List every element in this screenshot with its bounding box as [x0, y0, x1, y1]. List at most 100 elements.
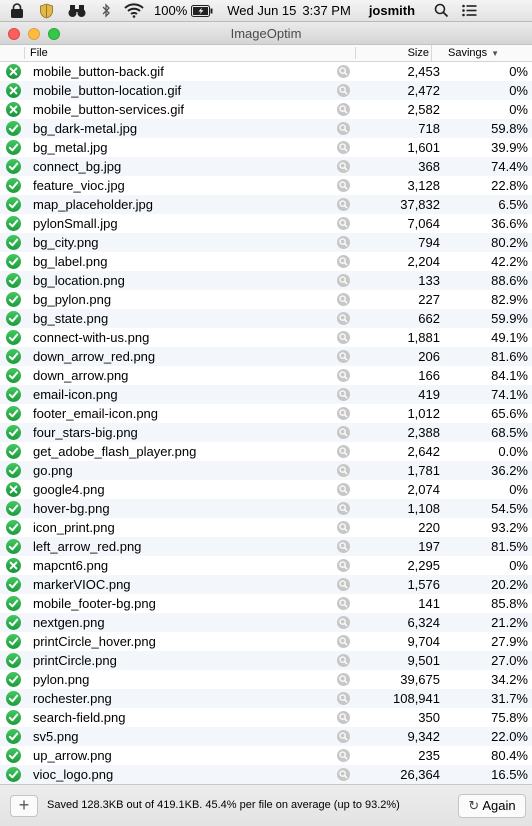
- quick-look-magnifier-icon[interactable]: [337, 445, 350, 458]
- quick-look-magnifier-icon[interactable]: [337, 331, 350, 344]
- table-row[interactable]: up_arrow.png 235 80.4%: [0, 746, 532, 765]
- table-row[interactable]: mobile_button-services.gif 2,582 0%: [0, 100, 532, 119]
- quick-look-magnifier-icon[interactable]: [337, 654, 350, 667]
- quick-look-magnifier-icon[interactable]: [337, 711, 350, 724]
- quick-look-magnifier-icon[interactable]: [337, 369, 350, 382]
- table-row[interactable]: mobile_button-location.gif 2,472 0%: [0, 81, 532, 100]
- table-row[interactable]: footer_email-icon.png 1,012 65.6%: [0, 404, 532, 423]
- quick-look-magnifier-icon[interactable]: [337, 179, 350, 192]
- table-row[interactable]: bg_label.png 2,204 42.2%: [0, 252, 532, 271]
- menubar-time[interactable]: 3:37 PM: [302, 0, 350, 22]
- table-row[interactable]: rochester.png 108,941 31.7%: [0, 689, 532, 708]
- table-row[interactable]: mobile_button-back.gif 2,453 0%: [0, 62, 532, 81]
- table-row[interactable]: connect-with-us.png 1,881 49.1%: [0, 328, 532, 347]
- table-row[interactable]: vioc_logo.png 26,364 16.5%: [0, 765, 532, 784]
- table-row[interactable]: map_placeholder.jpg 37,832 6.5%: [0, 195, 532, 214]
- quick-look-magnifier-icon[interactable]: [337, 559, 350, 572]
- quick-look-magnifier-icon[interactable]: [337, 616, 350, 629]
- column-header-savings[interactable]: Savings ▼: [438, 45, 532, 61]
- quick-look-magnifier-icon[interactable]: [337, 540, 350, 553]
- binoculars-icon[interactable]: [68, 0, 86, 22]
- table-row[interactable]: hover-bg.png 1,108 54.5%: [0, 499, 532, 518]
- file-size: 166: [418, 368, 440, 383]
- quick-look-magnifier-icon[interactable]: [337, 122, 350, 135]
- quick-look-magnifier-icon[interactable]: [337, 255, 350, 268]
- table-row[interactable]: mapcnt6.png 2,295 0%: [0, 556, 532, 575]
- success-check-icon: [6, 273, 21, 288]
- list-icon[interactable]: [461, 0, 477, 22]
- quick-look-magnifier-icon[interactable]: [337, 464, 350, 477]
- quick-look-magnifier-icon[interactable]: [337, 350, 350, 363]
- menubar-date[interactable]: Wed Jun 15: [227, 0, 296, 22]
- table-row[interactable]: connect_bg.jpg 368 74.4%: [0, 157, 532, 176]
- column-header-file[interactable]: File: [30, 45, 48, 61]
- table-row[interactable]: left_arrow_red.png 197 81.5%: [0, 537, 532, 556]
- battery-icon[interactable]: [191, 0, 213, 22]
- table-row[interactable]: pylon.png 39,675 34.2%: [0, 670, 532, 689]
- table-row[interactable]: bg_pylon.png 227 82.9%: [0, 290, 532, 309]
- quick-look-magnifier-icon[interactable]: [337, 388, 350, 401]
- quick-look-magnifier-icon[interactable]: [337, 217, 350, 230]
- file-size: 368: [418, 159, 440, 174]
- quick-look-magnifier-icon[interactable]: [337, 483, 350, 496]
- table-row[interactable]: bg_location.png 133 88.6%: [0, 271, 532, 290]
- table-row[interactable]: feature_vioc.jpg 3,128 22.8%: [0, 176, 532, 195]
- table-row[interactable]: nextgen.png 6,324 21.2%: [0, 613, 532, 632]
- quick-look-magnifier-icon[interactable]: [337, 749, 350, 762]
- quick-look-magnifier-icon[interactable]: [337, 198, 350, 211]
- menubar-user[interactable]: josmith: [369, 0, 415, 22]
- add-files-button[interactable]: +: [10, 795, 38, 817]
- quick-look-magnifier-icon[interactable]: [337, 407, 350, 420]
- quick-look-magnifier-icon[interactable]: [337, 103, 350, 116]
- quick-look-magnifier-icon[interactable]: [337, 426, 350, 439]
- bluetooth-icon[interactable]: [100, 0, 112, 22]
- success-check-icon: [6, 387, 21, 402]
- table-row[interactable]: bg_city.png 794 80.2%: [0, 233, 532, 252]
- column-header-savings-label: Savings: [448, 47, 488, 59]
- table-row[interactable]: printCircle.png 9,501 27.0%: [0, 651, 532, 670]
- quick-look-magnifier-icon[interactable]: [337, 312, 350, 325]
- quick-look-magnifier-icon[interactable]: [337, 65, 350, 78]
- quick-look-magnifier-icon[interactable]: [337, 673, 350, 686]
- quick-look-magnifier-icon[interactable]: [337, 293, 350, 306]
- window-titlebar[interactable]: ImageOptim: [0, 22, 532, 45]
- quick-look-magnifier-icon[interactable]: [337, 635, 350, 648]
- lock-icon[interactable]: [10, 0, 24, 22]
- column-header-size[interactable]: Size: [356, 45, 432, 61]
- table-row[interactable]: get_adobe_flash_player.png 2,642 0.0%: [0, 442, 532, 461]
- file-savings: 54.5%: [491, 501, 528, 516]
- quick-look-magnifier-icon[interactable]: [337, 521, 350, 534]
- table-row[interactable]: go.png 1,781 36.2%: [0, 461, 532, 480]
- again-button[interactable]: ↻ Again: [458, 794, 526, 818]
- table-row[interactable]: pylonSmall.jpg 7,064 36.6%: [0, 214, 532, 233]
- shield-icon[interactable]: [38, 0, 54, 22]
- table-row[interactable]: sv5.png 9,342 22.0%: [0, 727, 532, 746]
- search-icon[interactable]: [433, 0, 449, 22]
- table-row[interactable]: down_arrow_red.png 206 81.6%: [0, 347, 532, 366]
- quick-look-magnifier-icon[interactable]: [337, 160, 350, 173]
- table-row[interactable]: printCircle_hover.png 9,704 27.9%: [0, 632, 532, 651]
- table-row[interactable]: search-field.png 350 75.8%: [0, 708, 532, 727]
- quick-look-magnifier-icon[interactable]: [337, 730, 350, 743]
- quick-look-magnifier-icon[interactable]: [337, 692, 350, 705]
- quick-look-magnifier-icon[interactable]: [337, 236, 350, 249]
- table-row[interactable]: email-icon.png 419 74.1%: [0, 385, 532, 404]
- table-row[interactable]: four_stars-big.png 2,388 68.5%: [0, 423, 532, 442]
- table-row[interactable]: markerVIOC.png 1,576 20.2%: [0, 575, 532, 594]
- table-row[interactable]: down_arrow.png 166 84.1%: [0, 366, 532, 385]
- table-row[interactable]: bg_metal.jpg 1,601 39.9%: [0, 138, 532, 157]
- quick-look-magnifier-icon[interactable]: [337, 597, 350, 610]
- quick-look-magnifier-icon[interactable]: [337, 84, 350, 97]
- table-row[interactable]: mobile_footer-bg.png 141 85.8%: [0, 594, 532, 613]
- table-row[interactable]: google4.png 2,074 0%: [0, 480, 532, 499]
- quick-look-magnifier-icon[interactable]: [337, 502, 350, 515]
- quick-look-magnifier-icon[interactable]: [337, 274, 350, 287]
- table-row[interactable]: bg_dark-metal.jpg 718 59.8%: [0, 119, 532, 138]
- file-list[interactable]: mobile_button-back.gif 2,453 0% mobile_butt…: [0, 62, 532, 784]
- quick-look-magnifier-icon[interactable]: [337, 141, 350, 154]
- wifi-icon[interactable]: [124, 0, 144, 22]
- quick-look-magnifier-icon[interactable]: [337, 768, 350, 781]
- table-row[interactable]: icon_print.png 220 93.2%: [0, 518, 532, 537]
- quick-look-magnifier-icon[interactable]: [337, 578, 350, 591]
- table-row[interactable]: bg_state.png 662 59.9%: [0, 309, 532, 328]
